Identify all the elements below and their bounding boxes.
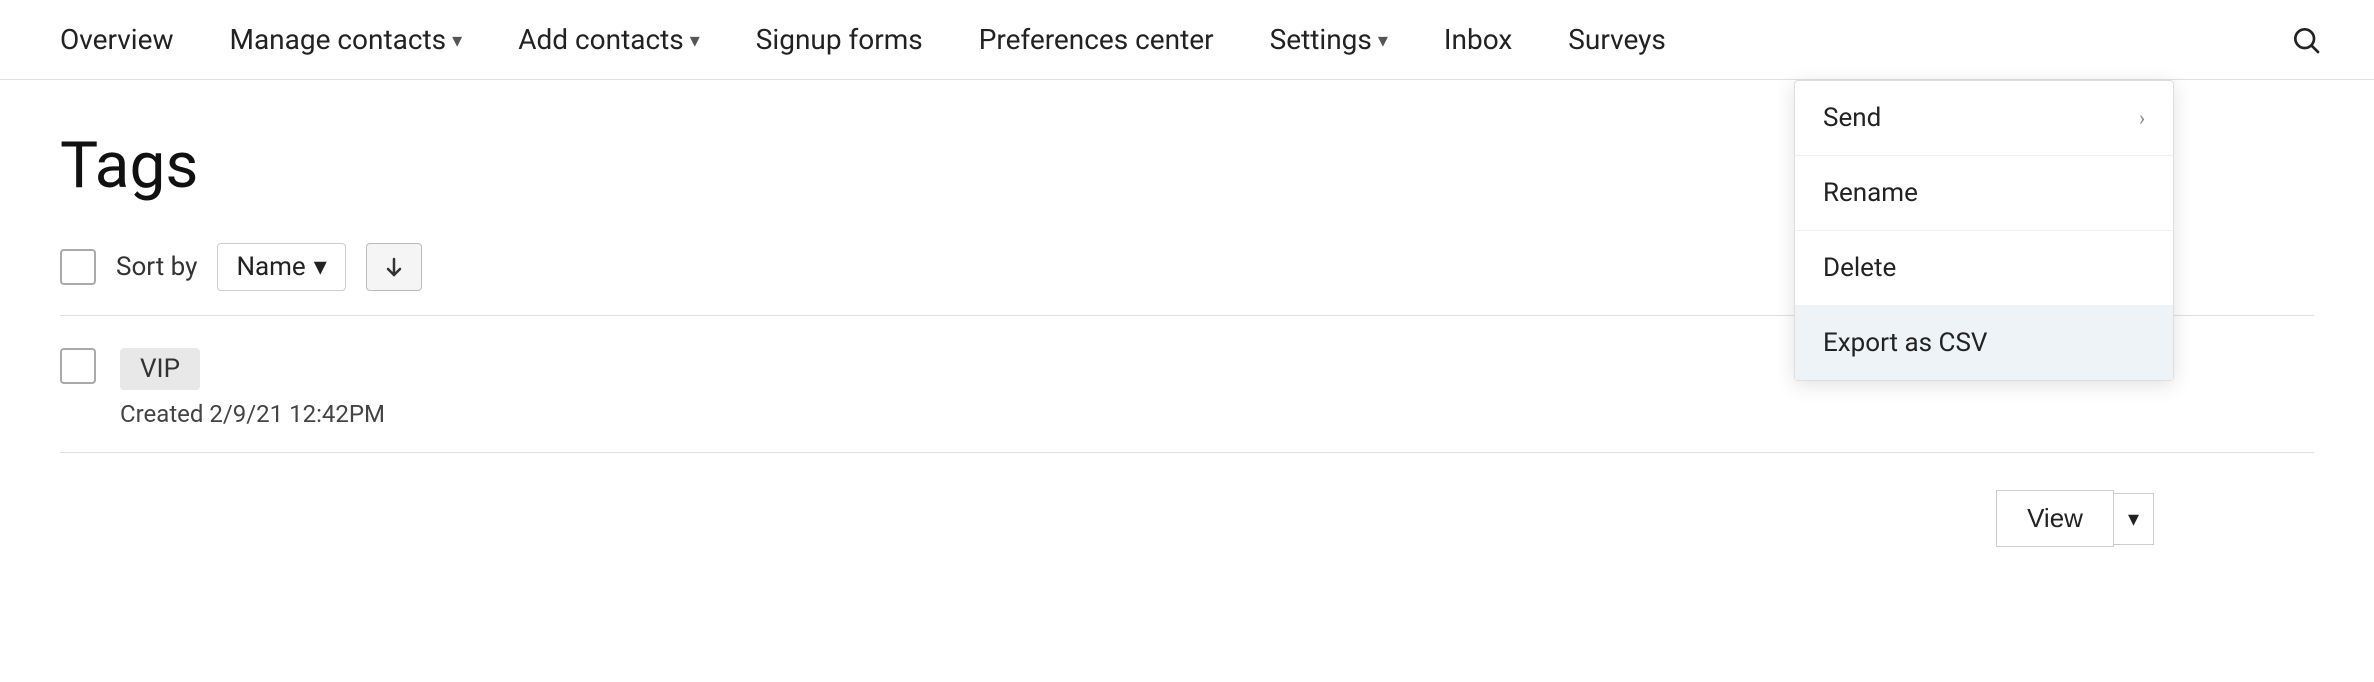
feedback-tab[interactable]: Feedback: [2241, 200, 2374, 243]
nav-item-manage-contacts[interactable]: Manage contacts▾: [202, 0, 491, 79]
context-menu-label-delete: Delete: [1823, 253, 1896, 283]
tag-checkbox[interactable]: [60, 348, 96, 384]
view-button[interactable]: View: [1996, 490, 2114, 547]
sort-label: Sort by: [116, 252, 197, 282]
tag-badge: VIP: [120, 348, 200, 390]
nav-item-inbox[interactable]: Inbox: [1416, 0, 1540, 79]
nav-item-overview[interactable]: Overview: [32, 0, 202, 79]
tag-created-date: Created 2/9/21 12:42PM: [120, 400, 2314, 428]
select-all-checkbox[interactable]: [60, 249, 96, 285]
nav-label-preferences-center: Preferences center: [979, 23, 1214, 56]
nav-chevron-add-contacts: ▾: [690, 28, 700, 52]
nav-item-signup-forms[interactable]: Signup forms: [728, 0, 951, 79]
nav-item-preferences-center[interactable]: Preferences center: [951, 0, 1242, 79]
context-menu-item-rename[interactable]: Rename: [1795, 156, 2173, 231]
nav-label-manage-contacts: Manage contacts: [230, 23, 447, 56]
context-menu-item-delete[interactable]: Delete: [1795, 231, 2173, 306]
sort-dropdown[interactable]: Name ▾: [217, 243, 345, 291]
nav-label-add-contacts: Add contacts: [518, 23, 684, 56]
nav-chevron-manage-contacts: ▾: [452, 28, 462, 52]
nav-chevron-settings: ▾: [1378, 28, 1388, 52]
sort-value: Name: [236, 252, 305, 282]
nav-label-inbox: Inbox: [1444, 23, 1512, 56]
sort-direction-button[interactable]: [366, 243, 422, 291]
sort-chevron-icon: ▾: [314, 252, 327, 282]
nav-item-add-contacts[interactable]: Add contacts▾: [490, 0, 728, 79]
search-button[interactable]: [2270, 0, 2342, 79]
nav-label-overview: Overview: [60, 23, 174, 56]
sort-down-icon: [382, 255, 406, 279]
view-dropdown-button[interactable]: ▾: [2114, 493, 2154, 545]
nav-item-surveys[interactable]: Surveys: [1540, 0, 1694, 79]
context-menu-label-rename: Rename: [1823, 178, 1918, 208]
view-button-group: View ▾: [1996, 490, 2154, 547]
nav-item-settings[interactable]: Settings▾: [1242, 0, 1416, 79]
nav-label-settings: Settings: [1270, 23, 1372, 56]
context-menu-label-send: Send: [1823, 103, 1881, 133]
nav-label-signup-forms: Signup forms: [756, 23, 923, 56]
context-menu-arrow-send: ›: [2139, 106, 2145, 130]
context-menu-label-export-csv: Export as CSV: [1823, 328, 1987, 358]
top-nav: OverviewManage contacts▾Add contacts▾Sig…: [0, 0, 2374, 80]
context-menu: Send › Rename Delete Export as CSV: [1794, 80, 2174, 381]
nav-label-surveys: Surveys: [1568, 23, 1666, 56]
context-menu-item-send[interactable]: Send ›: [1795, 81, 2173, 156]
context-menu-item-export-csv[interactable]: Export as CSV: [1795, 306, 2173, 380]
